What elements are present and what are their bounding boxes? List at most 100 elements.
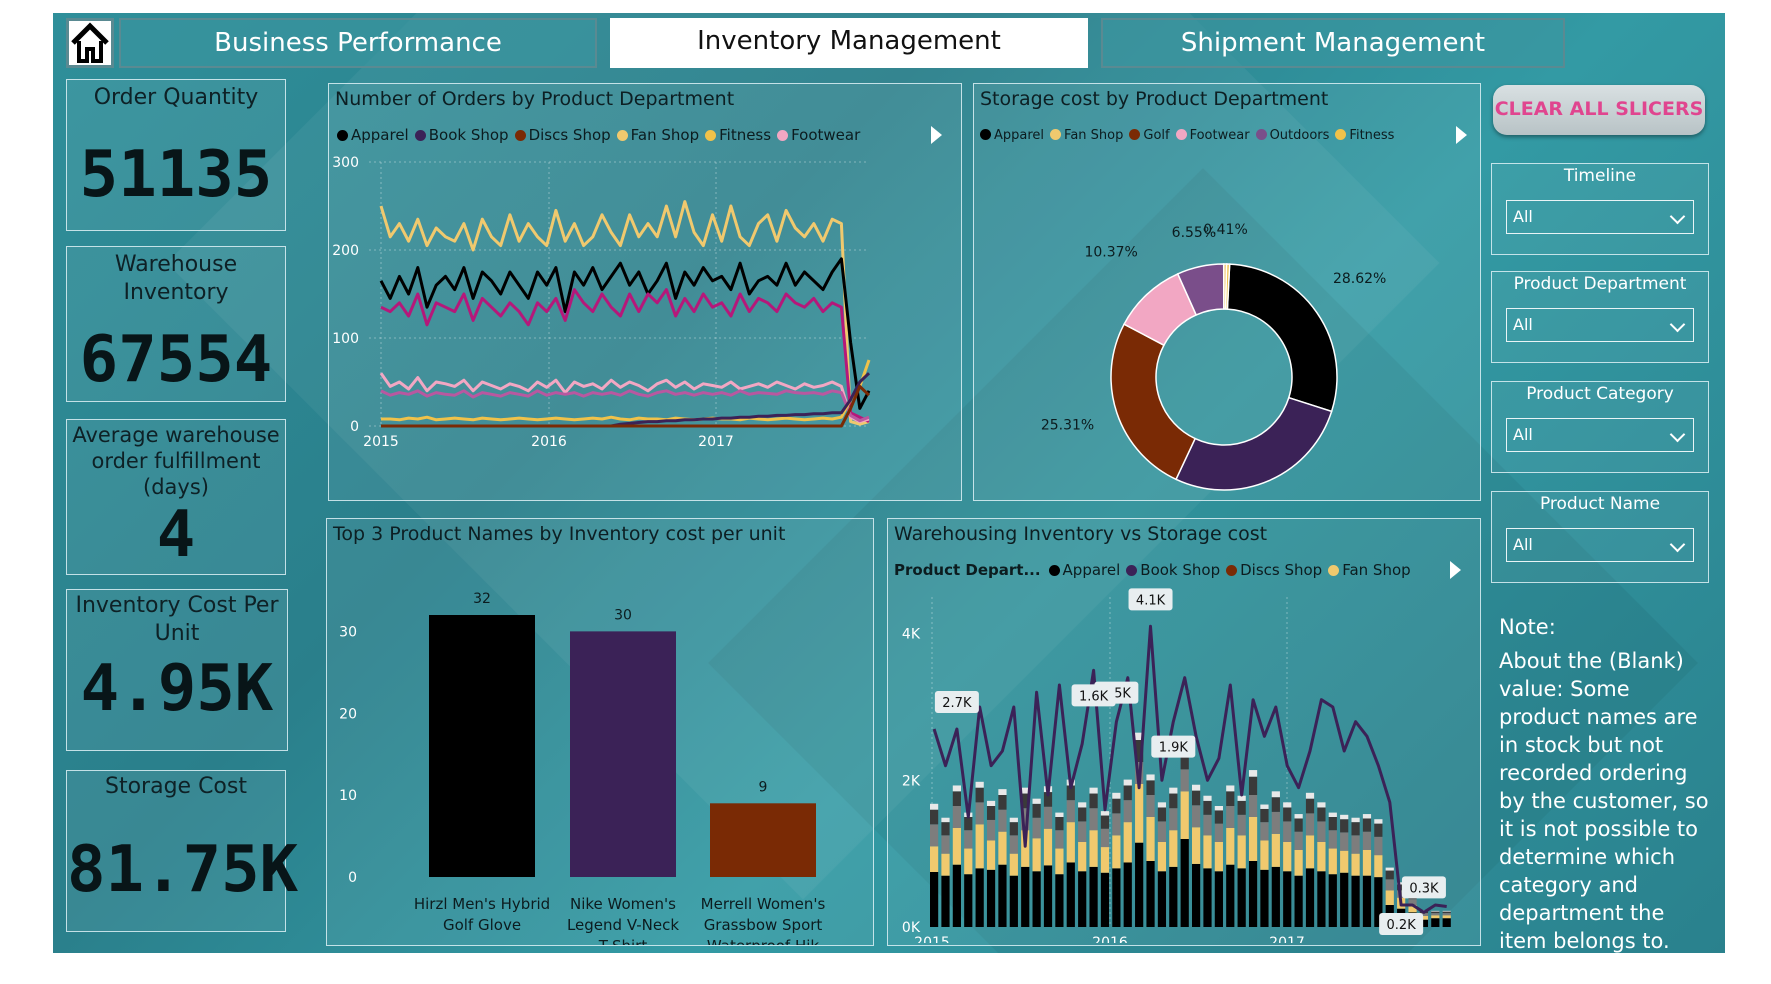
legend-item[interactable]: Apparel (1048, 561, 1121, 579)
stack-segment (1146, 817, 1155, 861)
slicer-dropdown[interactable]: All (1506, 308, 1694, 342)
legend-item[interactable]: Footwear (777, 126, 860, 144)
stack-segment (1066, 800, 1075, 823)
legend-item[interactable]: Golf (1129, 128, 1170, 143)
stack-segment (1340, 872, 1349, 927)
stack-segment (1157, 841, 1167, 872)
slicer-dropdown[interactable]: All (1506, 200, 1694, 234)
stack-segment (1260, 869, 1269, 927)
orders-line-chart[interactable]: 0 100 200 300 2015 2016 2017 (329, 152, 959, 497)
bar-data-label: 30 (614, 607, 632, 623)
stack-segment (1180, 791, 1189, 839)
legend-label: Fitness (1349, 128, 1395, 143)
legend-item[interactable]: Fitness (705, 126, 771, 144)
kpi-avg-fulfillment: Average warehouse order fulfillment (day… (66, 419, 286, 575)
stack-segment (1100, 828, 1110, 848)
stack-segment (1089, 808, 1098, 831)
stack-segment (1226, 864, 1235, 927)
legend-marker (1050, 129, 1062, 140)
stack-segment (1237, 814, 1246, 836)
stack-segment (1237, 795, 1246, 801)
stack-segment (1283, 841, 1292, 872)
stack-segment (1192, 790, 1201, 806)
stack-segment (1305, 792, 1315, 799)
legend-item[interactable]: Apparel (337, 126, 409, 144)
legend-marker (1328, 565, 1340, 576)
bar (570, 631, 676, 877)
chart-title: Number of Orders by Product Department (335, 88, 735, 110)
legend-marker (777, 130, 789, 141)
stack-segment (1442, 915, 1451, 919)
stack-segment (1135, 784, 1144, 843)
legend-marker (337, 130, 348, 141)
stack-segment (1192, 863, 1201, 927)
stack-segment (1431, 913, 1440, 916)
tab-shipment-management[interactable]: Shipment Management (1101, 18, 1565, 68)
stack-segment (1078, 821, 1087, 842)
tab-business-performance[interactable]: Business Performance (119, 18, 597, 68)
stack-segment (1317, 802, 1326, 808)
legend-label: Discs Shop (528, 126, 611, 144)
legend-label: Apparel (1062, 561, 1121, 579)
legend-item[interactable]: Discs Shop (1226, 561, 1322, 579)
legend-item[interactable]: Fan Shop (1050, 128, 1123, 143)
legend-next-arrow-icon[interactable] (1456, 126, 1467, 144)
chart-legend[interactable]: Product Depart... Apparel Book Shop Discs S… (894, 561, 1417, 579)
storage-donut-chart[interactable]: 28.62%26.58%25.31%10.37%6.55%0.41% (974, 152, 1478, 497)
tab-inventory-management[interactable]: Inventory Management (610, 18, 1088, 68)
legend-item[interactable]: Fan Shop (616, 126, 699, 144)
stack-segment (1055, 812, 1064, 817)
stack-segment (1203, 795, 1212, 801)
warehouse-combo-chart[interactable]: 0K2K4K2015 2016 20172.7K3.5K4.1K1.6K1.9K0.… (888, 587, 1478, 943)
stack-segment (1089, 787, 1098, 794)
slicer-product-category: Product Category All (1491, 381, 1709, 473)
donut-slice (1110, 323, 1197, 481)
legend-next-arrow-icon[interactable] (1450, 561, 1461, 579)
stack-segment (1283, 871, 1292, 927)
stack-segment (1043, 806, 1053, 829)
stack-segment (1055, 874, 1064, 927)
home-button[interactable] (66, 18, 114, 68)
legend-item[interactable]: Book Shop (1126, 561, 1220, 579)
stack-segment (1385, 867, 1394, 871)
legend-item[interactable]: Footwear (1175, 128, 1250, 143)
stack-segment (1089, 793, 1098, 809)
legend-item[interactable]: Outdoors (1255, 128, 1329, 143)
kpi-value: 81.75K (67, 833, 299, 907)
legend-item[interactable]: Book Shop (414, 126, 509, 144)
legend-marker (1048, 565, 1060, 576)
stack-segment (964, 848, 973, 875)
legend-marker (1126, 565, 1138, 576)
stack-segment (1135, 842, 1144, 927)
legend-next-arrow-icon[interactable] (931, 126, 942, 144)
legend-item[interactable]: Discs Shop (514, 126, 611, 144)
top3-bar-chart[interactable]: 0 10 20 30 32 Hirzl Men's Hybrid Golf Glove 30 N… (327, 553, 871, 945)
stack-segment (1192, 827, 1201, 864)
stack-segment (1328, 817, 1337, 831)
legend-item[interactable]: Fitness (1335, 128, 1394, 143)
note-text: About the (Blank) value: Some product na… (1499, 649, 1709, 953)
stack-segment (1214, 810, 1223, 824)
y-tick-label: 0K (902, 920, 921, 936)
stack-segment (952, 785, 961, 792)
stack-segment (1009, 822, 1018, 836)
slicer-dropdown[interactable]: All (1506, 528, 1694, 562)
stack-segment (1214, 823, 1223, 842)
legend-item[interactable]: Apparel (980, 128, 1044, 143)
legend-item[interactable]: Fan Shop (1328, 561, 1411, 579)
y-tick-label: 0 (350, 419, 359, 435)
clear-all-slicers-button[interactable]: CLEAR ALL SLICERS (1493, 85, 1705, 135)
chart-legend[interactable]: Apparel Book Shop Discs Shop Fan Shop Fitnes… (337, 126, 866, 144)
slicer-title: Product Name (1539, 494, 1661, 514)
orders-line-panel: Number of Orders by Product Department A… (328, 83, 962, 501)
stack-segment (952, 806, 961, 828)
legend-marker (1226, 565, 1238, 576)
stack-segment (952, 791, 961, 806)
stack-segment (1340, 819, 1349, 833)
stack-segment (1442, 918, 1451, 927)
chart-legend[interactable]: Apparel Fan Shop Golf Footwear Outdoors Fitne… (980, 128, 1400, 143)
home-icon (71, 22, 109, 63)
slicer-product-department: Product Department All (1491, 271, 1709, 363)
stack-segment (1123, 822, 1132, 863)
slicer-dropdown[interactable]: All (1506, 418, 1694, 452)
